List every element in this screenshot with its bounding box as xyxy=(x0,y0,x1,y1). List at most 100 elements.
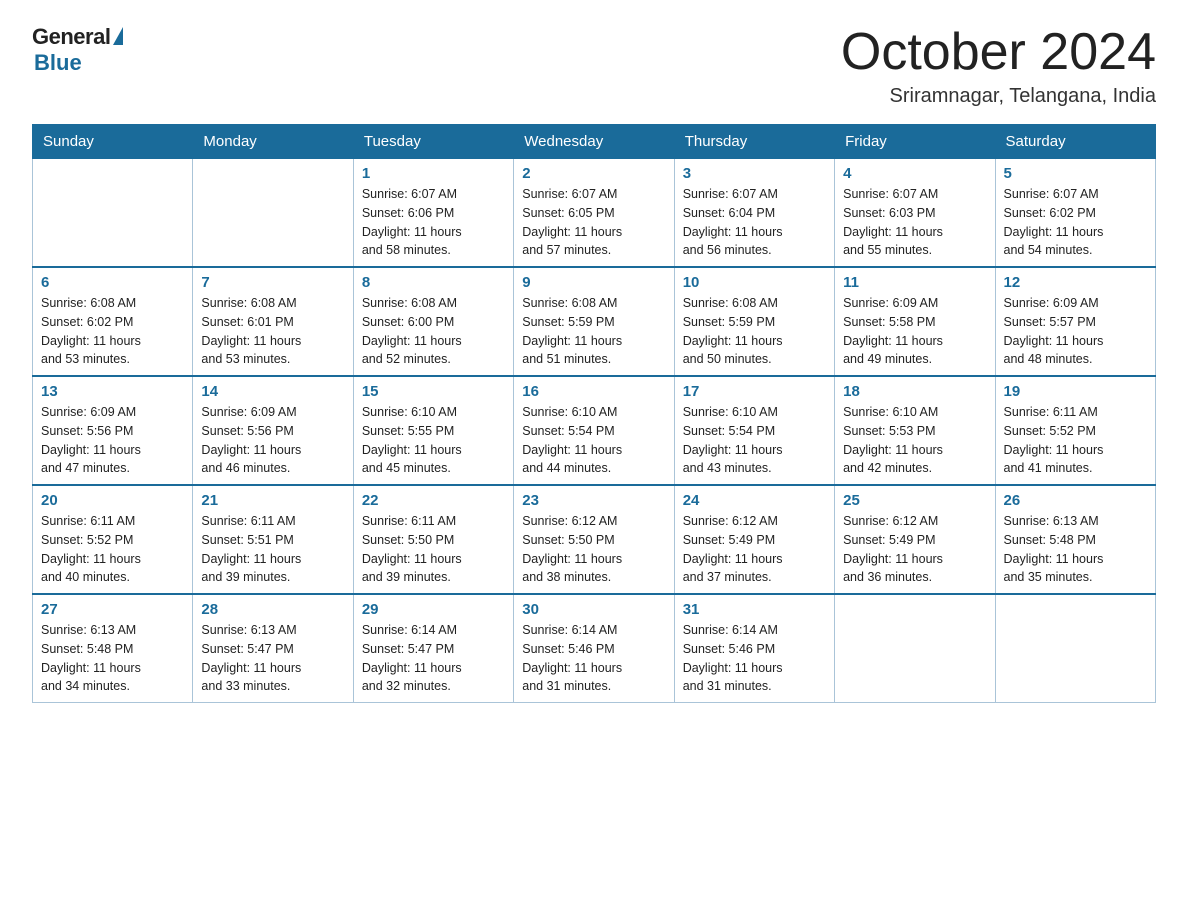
day-number: 12 xyxy=(1004,274,1147,291)
page-header: General Blue October 2024 Sriramnagar, T… xyxy=(32,24,1156,108)
calendar-week-row: 1 Sunrise: 6:07 AM Sunset: 6:06 PM Daylig… xyxy=(33,159,1156,268)
day-number: 5 xyxy=(1004,165,1147,182)
calendar-table: SundayMondayTuesdayWednesdayThursdayFrid… xyxy=(32,124,1156,703)
day-info: Sunrise: 6:10 AM Sunset: 5:54 PM Dayligh… xyxy=(522,403,665,478)
calendar-cell: 24Sunrise: 6:12 AM Sunset: 5:49 PM Dayli… xyxy=(674,485,834,594)
day-number: 11 xyxy=(843,274,986,291)
day-number: 3 xyxy=(683,165,826,182)
calendar-cell: 4 Sunrise: 6:07 AM Sunset: 6:03 PM Daylig… xyxy=(835,159,995,268)
calendar-cell: 15 Sunrise: 6:10 AM Sunset: 5:55 PM Dayli… xyxy=(353,376,513,485)
day-number: 8 xyxy=(362,274,505,291)
calendar-cell: 30 Sunrise: 6:14 AM Sunset: 5:46 PM Dayli… xyxy=(514,594,674,703)
day-number: 23 xyxy=(522,492,665,509)
day-info: Sunrise: 6:07 AM Sunset: 6:02 PM Dayligh… xyxy=(1004,185,1147,260)
day-number: 14 xyxy=(201,383,344,400)
header-right: October 2024 Sriramnagar, Telangana, Ind… xyxy=(841,24,1156,108)
calendar-week-row: 13 Sunrise: 6:09 AM Sunset: 5:56 PM Dayli… xyxy=(33,376,1156,485)
day-number: 19 xyxy=(1004,383,1147,400)
logo-general-text: General xyxy=(32,24,110,50)
day-number: 1 xyxy=(362,165,505,182)
calendar-day-header: Wednesday xyxy=(514,125,674,159)
day-info: Sunrise: 6:09 AM Sunset: 5:56 PM Dayligh… xyxy=(41,403,184,478)
day-number: 18 xyxy=(843,383,986,400)
day-number: 17 xyxy=(683,383,826,400)
day-number: 7 xyxy=(201,274,344,291)
calendar-day-header: Thursday xyxy=(674,125,834,159)
day-info: Sunrise: 6:14 AM Sunset: 5:46 PM Dayligh… xyxy=(522,621,665,696)
calendar-cell xyxy=(193,159,353,268)
day-info: Sunrise: 6:11 AM Sunset: 5:52 PM Dayligh… xyxy=(41,512,184,587)
day-info: Sunrise: 6:07 AM Sunset: 6:03 PM Dayligh… xyxy=(843,185,986,260)
day-info: Sunrise: 6:08 AM Sunset: 6:01 PM Dayligh… xyxy=(201,294,344,369)
day-info: Sunrise: 6:13 AM Sunset: 5:48 PM Dayligh… xyxy=(41,621,184,696)
calendar-cell: 27Sunrise: 6:13 AM Sunset: 5:48 PM Dayli… xyxy=(33,594,193,703)
calendar-day-header: Tuesday xyxy=(353,125,513,159)
calendar-cell: 7 Sunrise: 6:08 AM Sunset: 6:01 PM Daylig… xyxy=(193,267,353,376)
calendar-cell: 31Sunrise: 6:14 AM Sunset: 5:46 PM Dayli… xyxy=(674,594,834,703)
calendar-cell: 6 Sunrise: 6:08 AM Sunset: 6:02 PM Daylig… xyxy=(33,267,193,376)
calendar-cell: 19 Sunrise: 6:11 AM Sunset: 5:52 PM Dayli… xyxy=(995,376,1155,485)
calendar-day-header: Sunday xyxy=(33,125,193,159)
day-number: 25 xyxy=(843,492,986,509)
calendar-cell xyxy=(995,594,1155,703)
calendar-cell: 1 Sunrise: 6:07 AM Sunset: 6:06 PM Daylig… xyxy=(353,159,513,268)
day-number: 15 xyxy=(362,383,505,400)
logo: General Blue xyxy=(32,24,123,76)
calendar-cell: 16Sunrise: 6:10 AM Sunset: 5:54 PM Dayli… xyxy=(514,376,674,485)
day-info: Sunrise: 6:07 AM Sunset: 6:05 PM Dayligh… xyxy=(522,185,665,260)
day-info: Sunrise: 6:08 AM Sunset: 6:00 PM Dayligh… xyxy=(362,294,505,369)
day-number: 6 xyxy=(41,274,184,291)
day-info: Sunrise: 6:12 AM Sunset: 5:50 PM Dayligh… xyxy=(522,512,665,587)
calendar-cell: 2 Sunrise: 6:07 AM Sunset: 6:05 PM Daylig… xyxy=(514,159,674,268)
day-info: Sunrise: 6:09 AM Sunset: 5:58 PM Dayligh… xyxy=(843,294,986,369)
day-number: 10 xyxy=(683,274,826,291)
calendar-week-row: 6 Sunrise: 6:08 AM Sunset: 6:02 PM Daylig… xyxy=(33,267,1156,376)
day-number: 13 xyxy=(41,383,184,400)
day-info: Sunrise: 6:10 AM Sunset: 5:53 PM Dayligh… xyxy=(843,403,986,478)
day-info: Sunrise: 6:09 AM Sunset: 5:56 PM Dayligh… xyxy=(201,403,344,478)
day-info: Sunrise: 6:12 AM Sunset: 5:49 PM Dayligh… xyxy=(843,512,986,587)
day-number: 22 xyxy=(362,492,505,509)
calendar-cell: 14 Sunrise: 6:09 AM Sunset: 5:56 PM Dayli… xyxy=(193,376,353,485)
calendar-cell: 17Sunrise: 6:10 AM Sunset: 5:54 PM Dayli… xyxy=(674,376,834,485)
day-number: 29 xyxy=(362,601,505,618)
day-info: Sunrise: 6:07 AM Sunset: 6:06 PM Dayligh… xyxy=(362,185,505,260)
day-number: 9 xyxy=(522,274,665,291)
calendar-cell: 10Sunrise: 6:08 AM Sunset: 5:59 PM Dayli… xyxy=(674,267,834,376)
day-info: Sunrise: 6:11 AM Sunset: 5:50 PM Dayligh… xyxy=(362,512,505,587)
day-number: 26 xyxy=(1004,492,1147,509)
day-info: Sunrise: 6:13 AM Sunset: 5:48 PM Dayligh… xyxy=(1004,512,1147,587)
day-info: Sunrise: 6:14 AM Sunset: 5:47 PM Dayligh… xyxy=(362,621,505,696)
day-info: Sunrise: 6:10 AM Sunset: 5:55 PM Dayligh… xyxy=(362,403,505,478)
calendar-cell: 23 Sunrise: 6:12 AM Sunset: 5:50 PM Dayli… xyxy=(514,485,674,594)
day-info: Sunrise: 6:14 AM Sunset: 5:46 PM Dayligh… xyxy=(683,621,826,696)
calendar-day-header: Saturday xyxy=(995,125,1155,159)
day-number: 4 xyxy=(843,165,986,182)
calendar-cell: 28Sunrise: 6:13 AM Sunset: 5:47 PM Dayli… xyxy=(193,594,353,703)
calendar-header-row: SundayMondayTuesdayWednesdayThursdayFrid… xyxy=(33,125,1156,159)
calendar-cell: 22 Sunrise: 6:11 AM Sunset: 5:50 PM Dayli… xyxy=(353,485,513,594)
calendar-cell: 13 Sunrise: 6:09 AM Sunset: 5:56 PM Dayli… xyxy=(33,376,193,485)
calendar-cell: 29 Sunrise: 6:14 AM Sunset: 5:47 PM Dayli… xyxy=(353,594,513,703)
day-number: 24 xyxy=(683,492,826,509)
calendar-week-row: 27Sunrise: 6:13 AM Sunset: 5:48 PM Dayli… xyxy=(33,594,1156,703)
month-title: October 2024 xyxy=(841,24,1156,81)
day-info: Sunrise: 6:08 AM Sunset: 6:02 PM Dayligh… xyxy=(41,294,184,369)
calendar-cell xyxy=(33,159,193,268)
calendar-cell: 11 Sunrise: 6:09 AM Sunset: 5:58 PM Dayli… xyxy=(835,267,995,376)
calendar-cell: 18 Sunrise: 6:10 AM Sunset: 5:53 PM Dayli… xyxy=(835,376,995,485)
day-number: 2 xyxy=(522,165,665,182)
logo-triangle-icon xyxy=(113,27,123,45)
calendar-cell: 9Sunrise: 6:08 AM Sunset: 5:59 PM Daylig… xyxy=(514,267,674,376)
day-number: 30 xyxy=(522,601,665,618)
calendar-cell: 5 Sunrise: 6:07 AM Sunset: 6:02 PM Daylig… xyxy=(995,159,1155,268)
calendar-cell: 20Sunrise: 6:11 AM Sunset: 5:52 PM Dayli… xyxy=(33,485,193,594)
day-info: Sunrise: 6:11 AM Sunset: 5:52 PM Dayligh… xyxy=(1004,403,1147,478)
day-info: Sunrise: 6:07 AM Sunset: 6:04 PM Dayligh… xyxy=(683,185,826,260)
calendar-cell: 8 Sunrise: 6:08 AM Sunset: 6:00 PM Daylig… xyxy=(353,267,513,376)
calendar-cell: 3 Sunrise: 6:07 AM Sunset: 6:04 PM Daylig… xyxy=(674,159,834,268)
calendar-cell: 26 Sunrise: 6:13 AM Sunset: 5:48 PM Dayli… xyxy=(995,485,1155,594)
day-info: Sunrise: 6:09 AM Sunset: 5:57 PM Dayligh… xyxy=(1004,294,1147,369)
calendar-cell: 12 Sunrise: 6:09 AM Sunset: 5:57 PM Dayli… xyxy=(995,267,1155,376)
calendar-day-header: Friday xyxy=(835,125,995,159)
